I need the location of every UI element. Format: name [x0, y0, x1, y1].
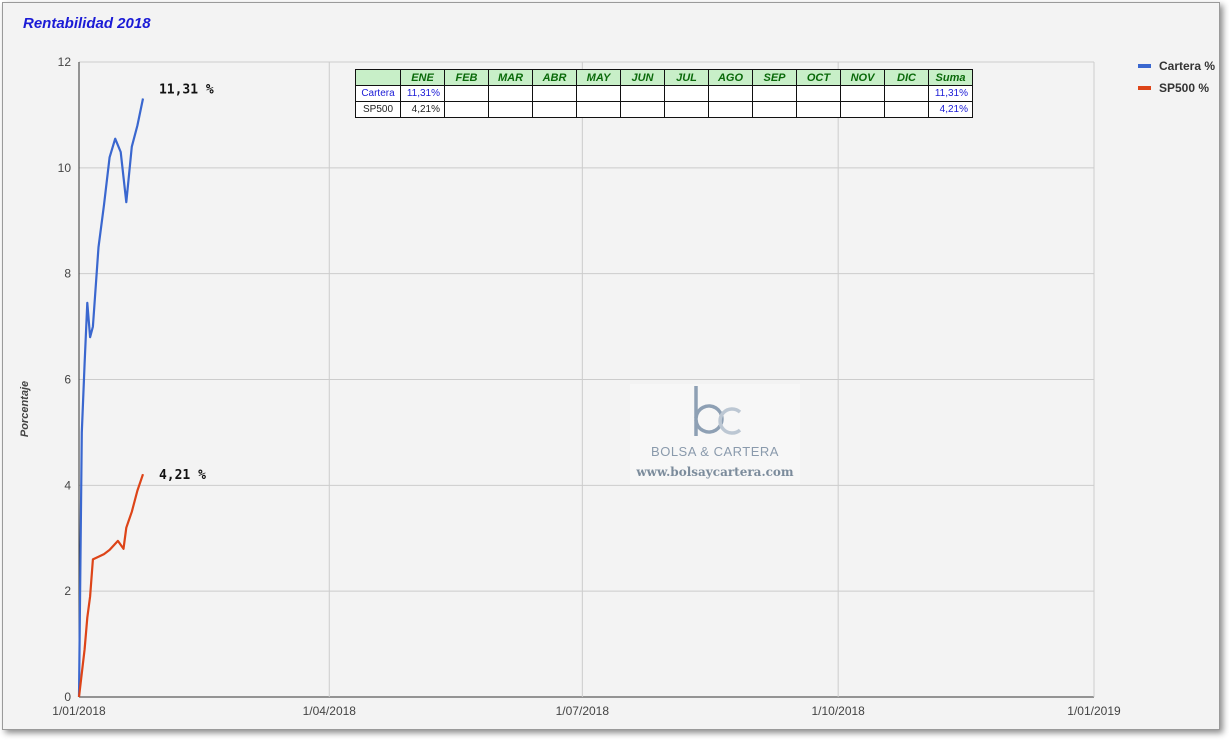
y-tick-label: 2 — [64, 584, 71, 598]
table-row-label: Cartera — [355, 85, 401, 102]
table-header-row: ENE FEB MAR ABR MAY JUN JUL AGO SEP OCT … — [355, 69, 973, 86]
table-header-cell: JUL — [664, 69, 709, 86]
series-end-label: 11,31 % — [159, 83, 214, 98]
table-cell — [840, 85, 885, 102]
table-cell — [620, 85, 665, 102]
legend: Cartera % SP500 % — [1138, 55, 1215, 99]
table-cell: 11,31% — [928, 85, 973, 102]
table-header-cell: MAR — [488, 69, 533, 86]
table-row-label: SP500 — [355, 101, 401, 118]
series-end-label: 4,21 % — [159, 468, 206, 483]
table-header-cell: ENE — [400, 69, 445, 86]
y-tick-label: 0 — [64, 690, 71, 704]
y-axis-label: Porcentaje — [19, 380, 31, 438]
table-cell — [488, 101, 533, 118]
table-header-cell: JUN — [620, 69, 665, 86]
table-header-cell: OCT — [796, 69, 841, 86]
table-cell: 4,21% — [928, 101, 973, 118]
table-header-cell: Suma — [928, 69, 973, 86]
legend-item-sp500[interactable]: SP500 % — [1138, 77, 1215, 99]
watermark-url: www.bolsaycartera.com — [636, 465, 794, 479]
y-tick-label: 12 — [58, 55, 72, 69]
watermark-logo-icon — [694, 386, 742, 436]
x-tick-label: 1/01/2019 — [1067, 704, 1121, 718]
x-tick-label: 1/10/2018 — [811, 704, 865, 718]
legend-swatch-cartera — [1138, 64, 1151, 68]
chart-title: Rentabilidad 2018 — [23, 15, 151, 32]
y-tick-label: 8 — [64, 267, 71, 281]
table-cell — [532, 85, 577, 102]
table-cell — [796, 101, 841, 118]
table-header-cell — [355, 69, 401, 86]
chart-frame: 0 2 4 6 8 10 12 1/01/2018 1/04/2018 1/07/2018 1/10… — [2, 2, 1220, 730]
monthly-returns-table: ENE FEB MAR ABR MAY JUN JUL AGO SEP OCT … — [355, 69, 973, 118]
table-header-cell: DIC — [884, 69, 929, 86]
table-header-cell: ABR — [532, 69, 577, 86]
table-header-cell: SEP — [752, 69, 797, 86]
series-line-sp500 — [77, 473, 145, 698]
legend-label-cartera: Cartera % — [1159, 59, 1216, 73]
table-cell — [576, 85, 621, 102]
watermark: BOLSA & CARTERA www.bolsaycartera.com — [630, 384, 800, 484]
table-header-cell: FEB — [444, 69, 489, 86]
x-tick-label: 1/07/2018 — [556, 704, 610, 718]
legend-swatch-sp500 — [1138, 86, 1151, 90]
table-header-cell: MAY — [576, 69, 621, 86]
table-cell — [708, 85, 753, 102]
x-tick-label: 1/04/2018 — [303, 704, 357, 718]
table-cell: 4,21% — [400, 101, 445, 118]
table-cell — [884, 85, 929, 102]
table-cell — [444, 85, 489, 102]
table-row-cartera: Cartera 11,31% 11,31% — [355, 85, 973, 102]
table-cell — [444, 101, 489, 118]
x-tick-label: 1/01/2018 — [52, 704, 106, 718]
y-tick-label: 6 — [64, 373, 71, 387]
table-cell — [884, 101, 929, 118]
table-cell — [576, 101, 621, 118]
y-tick-label: 4 — [64, 478, 71, 492]
table-cell — [752, 85, 797, 102]
table-cell — [752, 101, 797, 118]
table-cell — [620, 101, 665, 118]
table-cell — [664, 85, 709, 102]
table-row-sp500: SP500 4,21% 4,21% — [355, 101, 973, 118]
y-tick-label: 10 — [58, 161, 72, 175]
watermark-name: BOLSA & CARTERA — [651, 444, 779, 459]
table-cell: 11,31% — [400, 85, 445, 102]
legend-label-sp500: SP500 % — [1159, 81, 1210, 95]
table-cell — [488, 85, 533, 102]
table-cell — [796, 85, 841, 102]
legend-item-cartera[interactable]: Cartera % — [1138, 55, 1215, 77]
table-header-cell: NOV — [840, 69, 885, 86]
table-cell — [708, 101, 753, 118]
table-cell — [664, 101, 709, 118]
table-cell — [532, 101, 577, 118]
table-header-cell: AGO — [708, 69, 753, 86]
table-cell — [840, 101, 885, 118]
